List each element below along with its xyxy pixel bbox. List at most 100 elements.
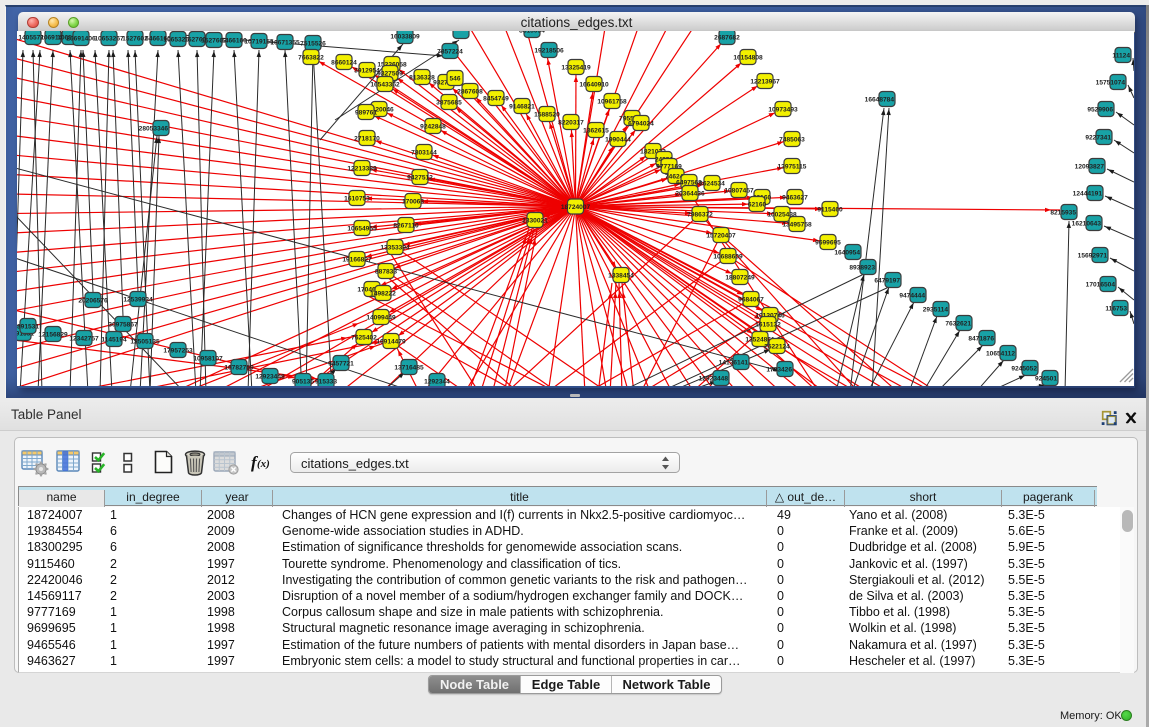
- svg-text:9529906: 9529906: [1087, 106, 1113, 113]
- svg-text:1145194: 1145194: [101, 336, 127, 343]
- svg-text:10654955: 10654955: [347, 225, 377, 232]
- svg-text:7663822: 7663822: [298, 54, 324, 61]
- svg-text:7803144: 7803144: [411, 149, 437, 156]
- svg-text:16543362: 16543362: [370, 81, 400, 88]
- svg-text:14099449: 14099449: [366, 314, 396, 321]
- svg-text:10688609: 10688609: [713, 253, 743, 260]
- svg-text:12213967: 12213967: [750, 78, 780, 85]
- svg-text:8136328: 8136328: [409, 74, 435, 81]
- svg-text:1640954: 1640954: [834, 249, 860, 256]
- svg-text:8220317: 8220317: [558, 119, 584, 126]
- svg-text:19218506: 19218506: [534, 47, 564, 54]
- svg-text:924501: 924501: [1035, 375, 1057, 382]
- svg-text:1610753: 1610753: [344, 195, 370, 202]
- svg-text:12505135: 12505135: [130, 338, 160, 345]
- svg-text:13495758: 13495758: [782, 221, 812, 228]
- svg-text:12342757: 12342757: [69, 335, 99, 342]
- svg-text:9684067: 9684067: [738, 296, 764, 303]
- svg-text:170063: 170063: [402, 198, 424, 205]
- svg-text:9699695: 9699695: [815, 239, 841, 246]
- svg-text:2522124: 2522124: [764, 343, 790, 350]
- svg-text:16640910: 16640910: [579, 81, 609, 88]
- svg-text:8938923: 8938923: [849, 264, 875, 271]
- svg-text:7986372: 7986372: [687, 211, 713, 218]
- svg-text:20206576: 20206576: [78, 297, 108, 304]
- svg-text:10961758: 10961758: [597, 98, 627, 105]
- svg-text:2687682: 2687682: [714, 34, 740, 41]
- svg-text:7515526: 7515526: [300, 40, 326, 47]
- svg-text:546: 546: [449, 75, 460, 82]
- svg-text:1362615: 1362615: [583, 127, 609, 134]
- svg-text:16648784: 16648784: [865, 96, 895, 103]
- svg-text:2867608: 2867608: [457, 88, 483, 95]
- svg-text:8660124: 8660124: [331, 59, 357, 66]
- svg-text:10807457: 10807457: [724, 187, 754, 194]
- svg-text:62160: 62160: [748, 201, 767, 208]
- svg-text:3624534: 3624534: [699, 180, 725, 187]
- svg-text:12213389: 12213389: [347, 165, 377, 172]
- svg-text:13353394: 13353394: [380, 244, 410, 251]
- svg-text:16033809: 16033809: [390, 33, 420, 40]
- svg-text:9457721: 9457721: [328, 360, 354, 367]
- svg-text:887833: 887833: [375, 268, 397, 275]
- svg-text:9427512: 9427512: [407, 174, 433, 181]
- svg-text:11124: 11124: [1112, 52, 1130, 59]
- svg-text:10973493: 10973493: [768, 106, 798, 113]
- svg-text:16154808: 16154808: [733, 54, 763, 61]
- svg-text:1338454: 1338454: [608, 272, 634, 279]
- svg-text:7857224: 7857224: [437, 48, 463, 55]
- svg-text:3875685: 3875685: [436, 99, 462, 106]
- svg-text:9146821: 9146821: [509, 103, 535, 110]
- svg-text:19166827: 19166827: [342, 256, 372, 263]
- svg-text:12156829: 12156829: [38, 331, 68, 338]
- svg-text:18724007: 18724007: [561, 204, 591, 211]
- svg-text:6794024: 6794024: [628, 120, 654, 127]
- svg-text:20691406: 20691406: [66, 35, 96, 42]
- svg-text:16914479: 16914479: [376, 338, 406, 345]
- svg-text:1292344: 1292344: [424, 378, 450, 385]
- svg-text:8454749: 8454749: [483, 95, 509, 102]
- svg-text:13975115: 13975115: [778, 163, 807, 170]
- svg-text:7632621: 7632621: [945, 320, 971, 327]
- svg-text:12923448: 12923448: [255, 373, 285, 380]
- svg-text:2330021: 2330021: [522, 217, 548, 224]
- svg-text:16671355: 16671355: [270, 39, 300, 46]
- svg-text:915333: 915333: [315, 378, 337, 385]
- svg-text:13325419: 13325419: [561, 64, 591, 71]
- svg-text:30975867: 30975867: [108, 321, 138, 328]
- svg-text:1498222: 1498222: [370, 290, 396, 297]
- svg-text:1733426: 1733426: [766, 366, 792, 373]
- svg-text:16210643: 16210643: [1072, 220, 1102, 227]
- svg-text:905135: 905135: [292, 378, 314, 385]
- svg-text:17016504: 17016504: [1086, 281, 1116, 288]
- svg-text:2935114: 2935114: [923, 306, 949, 313]
- svg-text:9242848: 9242848: [420, 123, 446, 130]
- svg-text:10958107: 10958107: [193, 355, 223, 362]
- svg-text:15720407: 15720407: [706, 232, 736, 239]
- svg-text:8215935: 8215935: [1050, 209, 1076, 216]
- svg-text:9245052: 9245052: [1011, 365, 1037, 372]
- svg-text:989761: 989761: [355, 109, 377, 116]
- svg-text:12444191: 12444191: [1073, 190, 1103, 197]
- svg-text:1990444: 1990444: [605, 136, 631, 143]
- svg-text:9463627: 9463627: [782, 194, 808, 201]
- svg-text:20364436: 20364436: [675, 190, 705, 197]
- svg-text:12923448: 12923448: [699, 375, 729, 382]
- svg-text:15692971: 15692971: [1078, 252, 1108, 259]
- svg-text:12539934: 12539934: [123, 296, 153, 303]
- svg-text:6479197: 6479197: [874, 277, 900, 284]
- svg-text:12093827: 12093827: [1075, 163, 1105, 170]
- svg-text:7625402: 7625402: [351, 334, 377, 341]
- svg-text:2718170: 2718170: [354, 135, 380, 142]
- svg-text:7485063: 7485063: [779, 136, 805, 143]
- svg-text:1615132: 1615132: [755, 321, 781, 328]
- svg-text:9227341: 9227341: [1085, 134, 1111, 141]
- svg-text:13716485: 13716485: [394, 364, 424, 371]
- svg-text:(x): (x): [257, 458, 270, 470]
- svg-text:10653267: 10653267: [94, 35, 124, 42]
- svg-text:8471876: 8471876: [968, 335, 994, 342]
- svg-text:16782759: 16782759: [224, 364, 254, 371]
- svg-text:10654112: 10654112: [986, 350, 1015, 357]
- svg-text:15751074: 15751074: [1096, 79, 1126, 86]
- svg-text:14136141: 14136141: [719, 359, 749, 366]
